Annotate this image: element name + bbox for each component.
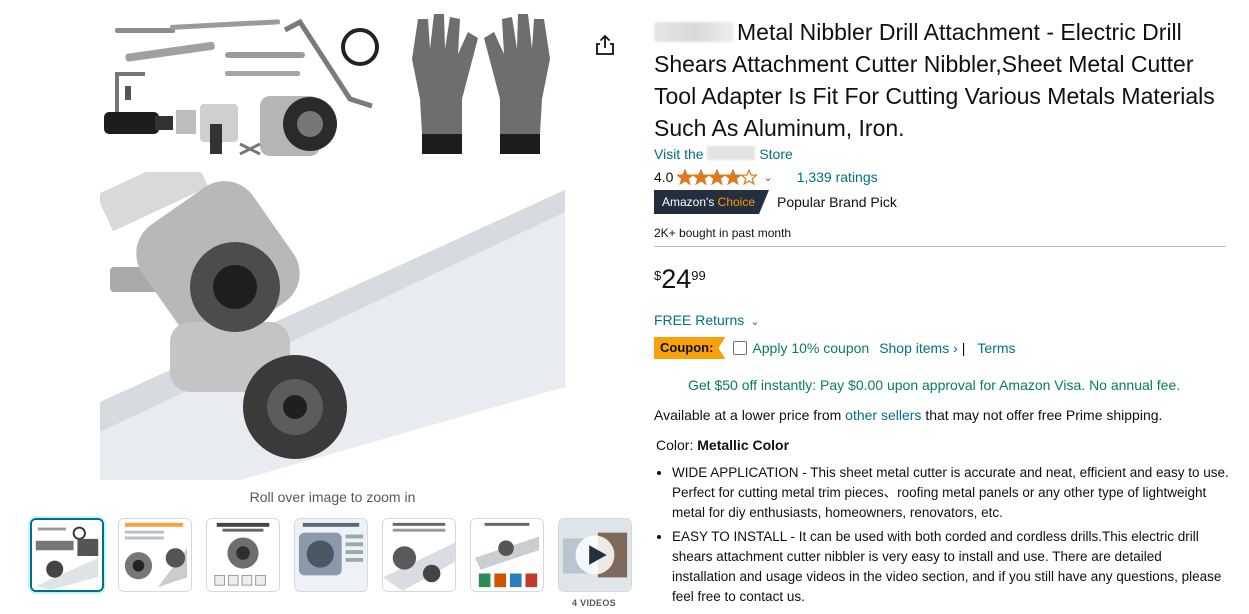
thumbnail-video[interactable] bbox=[558, 518, 632, 592]
price-whole: 24 bbox=[661, 264, 692, 294]
thumbnail-5[interactable] bbox=[382, 518, 456, 592]
bought-in-past-month: 2K+ bought in past month bbox=[654, 226, 792, 240]
amazons-choice-row: Amazon's Choice Popular Brand Pick bbox=[654, 190, 897, 214]
star-filled-icon bbox=[725, 169, 742, 185]
price-fraction: 99 bbox=[691, 268, 706, 283]
main-product-photo[interactable] bbox=[100, 172, 565, 480]
product-title: Metal Nibbler Drill Attachment - Electri… bbox=[654, 19, 1215, 141]
lower-price-notice: Available at a lower price from other se… bbox=[654, 407, 1163, 423]
free-returns-link[interactable]: FREE Returns ⌄ bbox=[654, 312, 783, 328]
thumbnail-1[interactable] bbox=[30, 518, 104, 592]
apply-coupon-label[interactable]: Apply 10% coupon bbox=[752, 340, 869, 356]
amazons-choice-badge: Amazon's Choice bbox=[654, 190, 769, 214]
price: $ 24 99 bbox=[654, 264, 706, 294]
other-sellers-link[interactable]: other sellers bbox=[845, 407, 921, 423]
videos-count-label: 4 VIDEOS bbox=[572, 598, 616, 608]
chevron-down-icon[interactable]: ⌄ bbox=[763, 171, 772, 184]
thumbnail-3[interactable] bbox=[206, 518, 280, 592]
badge-description: Popular Brand Pick bbox=[777, 194, 897, 210]
product-details: Metal Nibbler Drill Attachment - Electri… bbox=[654, 16, 1229, 604]
selected-color: Metallic Color bbox=[697, 437, 790, 453]
thumbnail-2[interactable] bbox=[118, 518, 192, 592]
product-page: Roll over image to zoom in 4 VIDEOS Meta… bbox=[0, 0, 1249, 614]
thumbnail-strip bbox=[30, 518, 634, 594]
star-empty-icon bbox=[741, 169, 758, 185]
feature-bullet: EASY TO INSTALL - It can be used with bo… bbox=[672, 527, 1229, 607]
rating-value: 4.0 bbox=[654, 169, 674, 185]
star-filled-icon bbox=[693, 169, 710, 185]
feature-bullet: WIDE APPLICATION - This sheet metal cutt… bbox=[672, 463, 1229, 523]
shop-items-link[interactable]: Shop items › bbox=[879, 340, 958, 356]
zoom-hint: Roll over image to zoom in bbox=[249, 489, 416, 505]
separator: | bbox=[961, 340, 966, 356]
share-icon[interactable] bbox=[594, 34, 616, 56]
coupon-checkbox[interactable] bbox=[733, 341, 748, 355]
redacted-store-name bbox=[707, 146, 756, 160]
visa-offer-link[interactable]: Get $50 off instantly: Pay $0.00 upon ap… bbox=[688, 377, 1180, 393]
coupon-badge: Coupon: bbox=[654, 337, 725, 359]
product-image-gallery[interactable] bbox=[100, 14, 565, 480]
ratings-count-link[interactable]: 1,339 ratings bbox=[797, 169, 878, 185]
price-symbol: $ bbox=[654, 268, 662, 283]
coupon-row: Coupon: Apply 10% coupon Shop items › | … bbox=[654, 336, 1016, 360]
terms-link[interactable]: Terms bbox=[977, 340, 1015, 356]
visit-store-link[interactable]: Visit the Store bbox=[654, 146, 793, 162]
star-rating[interactable] bbox=[677, 169, 758, 185]
color-selection: Color: Metallic Color bbox=[656, 437, 790, 453]
thumbnail-6[interactable] bbox=[470, 518, 544, 592]
feature-bullets: WIDE APPLICATION - This sheet metal cutt… bbox=[654, 463, 1229, 611]
divider bbox=[654, 246, 1226, 247]
thumbnail-4[interactable] bbox=[294, 518, 368, 592]
redacted-brand bbox=[654, 22, 734, 42]
gloves-image bbox=[400, 14, 565, 164]
star-filled-icon bbox=[709, 169, 726, 185]
chevron-down-icon: ⌄ bbox=[750, 316, 760, 328]
star-filled-icon bbox=[677, 169, 694, 185]
tool-kit-image bbox=[100, 14, 390, 164]
rating-row: 4.0 ⌄ 1,339 ratings bbox=[654, 167, 878, 187]
